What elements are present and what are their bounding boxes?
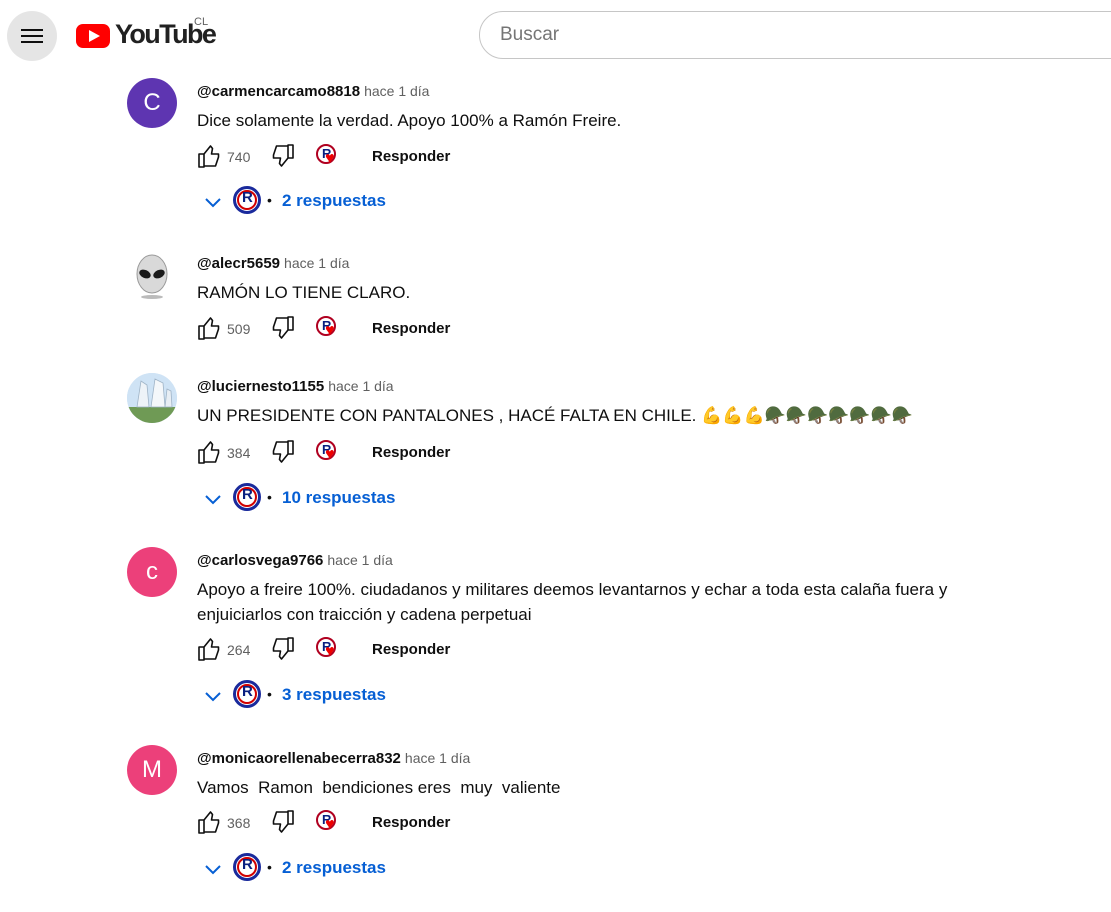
creator-heart-icon: R ♥ [316, 316, 344, 344]
heart-icon: ♥ [325, 446, 335, 463]
comment-actions: 264 R ♥ Responder [197, 636, 597, 666]
reply-button[interactable]: Responder [372, 814, 450, 831]
comment-actions: 509 R ♥ Responder [197, 315, 597, 345]
avatar[interactable]: C [127, 78, 177, 128]
thumbs-down-icon [272, 144, 294, 167]
like-count: 509 [227, 321, 251, 337]
replies-label[interactable]: 10 respuestas [282, 488, 395, 508]
masthead: YouTube CL [0, 0, 1111, 72]
comment-author[interactable]: @luciernesto1155 [197, 378, 324, 395]
replies-toggle[interactable]: R • 2 respuestas [197, 853, 497, 887]
dislike-button[interactable] [271, 143, 295, 174]
heart-icon: ♥ [325, 643, 335, 660]
heart-icon: ♥ [325, 150, 335, 167]
comment-time[interactable]: hace 1 día [284, 255, 349, 271]
comment-time[interactable]: hace 1 día [327, 552, 392, 568]
avatar[interactable]: c [127, 547, 177, 597]
creator-heart-icon: R ♥ [316, 637, 344, 665]
reply-button[interactable]: Responder [372, 641, 450, 658]
like-count: 368 [227, 815, 251, 831]
like-button[interactable] [197, 143, 221, 174]
thumbs-down-icon [272, 440, 294, 463]
heart-icon: ♥ [325, 816, 335, 833]
like-count: 384 [227, 445, 251, 461]
like-count: 264 [227, 642, 251, 658]
country-code: CL [194, 16, 209, 28]
creator-heart-icon: R ♥ [316, 144, 344, 172]
like-button[interactable] [197, 636, 221, 667]
channel-avatar: R [233, 853, 261, 881]
comment-text: UN PRESIDENTE CON PANTALONES , HACÉ FALT… [197, 406, 913, 425]
comment-header: @alecr5659 hace 1 día [197, 255, 349, 273]
search-input[interactable] [500, 24, 1000, 46]
comment-text: Apoyo a freire 100%. ciudadanos y milita… [197, 580, 948, 624]
channel-avatar: R [233, 483, 261, 511]
like-button[interactable] [197, 315, 221, 346]
replies-label[interactable]: 2 respuestas [282, 858, 386, 878]
search-box[interactable] [479, 11, 1111, 59]
chevron-down-icon [205, 198, 221, 208]
youtube-play-icon [76, 24, 110, 48]
thumbs-up-icon [198, 811, 220, 834]
replies-toggle[interactable]: R • 3 respuestas [197, 680, 497, 714]
replies-label[interactable]: 2 respuestas [282, 191, 386, 211]
comment-time[interactable]: hace 1 día [364, 83, 429, 99]
comment-author[interactable]: @carlosvega9766 [197, 552, 323, 569]
photo-avatar[interactable] [127, 373, 177, 423]
creator-heart-icon: R ♥ [316, 440, 344, 468]
channel-avatar: R [233, 186, 261, 214]
comment-header: @monicaorellenabecerra832 hace 1 día [197, 750, 470, 768]
thumbs-up-icon [198, 638, 220, 661]
thumbs-up-icon [198, 317, 220, 340]
reply-button[interactable]: Responder [372, 320, 450, 337]
comment-header: @carmencarcamo8818 hace 1 día [197, 83, 429, 101]
channel-avatar: R [233, 680, 261, 708]
hamburger-icon [21, 29, 43, 31]
comment-author[interactable]: @carmencarcamo8818 [197, 83, 360, 100]
separator-dot: • [267, 859, 272, 875]
avatar[interactable]: M [127, 745, 177, 795]
dislike-button[interactable] [271, 636, 295, 667]
comment-author[interactable]: @alecr5659 [197, 255, 280, 272]
dislike-button[interactable] [271, 809, 295, 840]
separator-dot: • [267, 686, 272, 702]
like-button[interactable] [197, 809, 221, 840]
comment-author[interactable]: @monicaorellenabecerra832 [197, 750, 401, 767]
chevron-down-icon [205, 865, 221, 875]
separator-dot: • [267, 489, 272, 505]
dislike-button[interactable] [271, 315, 295, 346]
heart-icon: ♥ [325, 322, 335, 339]
landscape-photo-icon [127, 373, 177, 423]
comment-text: RAMÓN LO TIENE CLARO. [197, 283, 411, 302]
replies-label[interactable]: 3 respuestas [282, 685, 386, 705]
comment-time[interactable]: hace 1 día [328, 378, 393, 394]
thumbs-up-icon [198, 145, 220, 168]
comment-actions: 740 R ♥ Responder [197, 143, 597, 173]
thumbs-down-icon [272, 637, 294, 660]
like-button[interactable] [197, 439, 221, 470]
like-count: 740 [227, 149, 251, 165]
comment-actions: 368 R ♥ Responder [197, 809, 597, 839]
comment-text: Vamos Ramon bendiciones eres muy valient… [197, 778, 561, 797]
chevron-down-icon [205, 692, 221, 702]
thumbs-up-icon [198, 441, 220, 464]
comment-header: @carlosvega9766 hace 1 día [197, 552, 393, 570]
thumbs-down-icon [272, 316, 294, 339]
thumbs-down-icon [272, 810, 294, 833]
comment-header: @luciernesto1155 hace 1 día [197, 378, 394, 396]
separator-dot: • [267, 192, 272, 208]
reply-button[interactable]: Responder [372, 148, 450, 165]
reply-button[interactable]: Responder [372, 444, 450, 461]
comment-actions: 384 R ♥ Responder [197, 439, 597, 469]
dislike-button[interactable] [271, 439, 295, 470]
replies-toggle[interactable]: R • 10 respuestas [197, 483, 497, 517]
alien-head-icon [136, 254, 168, 299]
comment-text: Dice solamente la verdad. Apoyo 100% a R… [197, 111, 622, 130]
comment-time[interactable]: hace 1 día [405, 750, 470, 766]
replies-toggle[interactable]: R • 2 respuestas [197, 186, 497, 220]
creator-heart-icon: R ♥ [316, 810, 344, 838]
menu-button[interactable] [7, 11, 57, 61]
chevron-down-icon [205, 495, 221, 505]
alien-avatar[interactable] [127, 250, 177, 300]
